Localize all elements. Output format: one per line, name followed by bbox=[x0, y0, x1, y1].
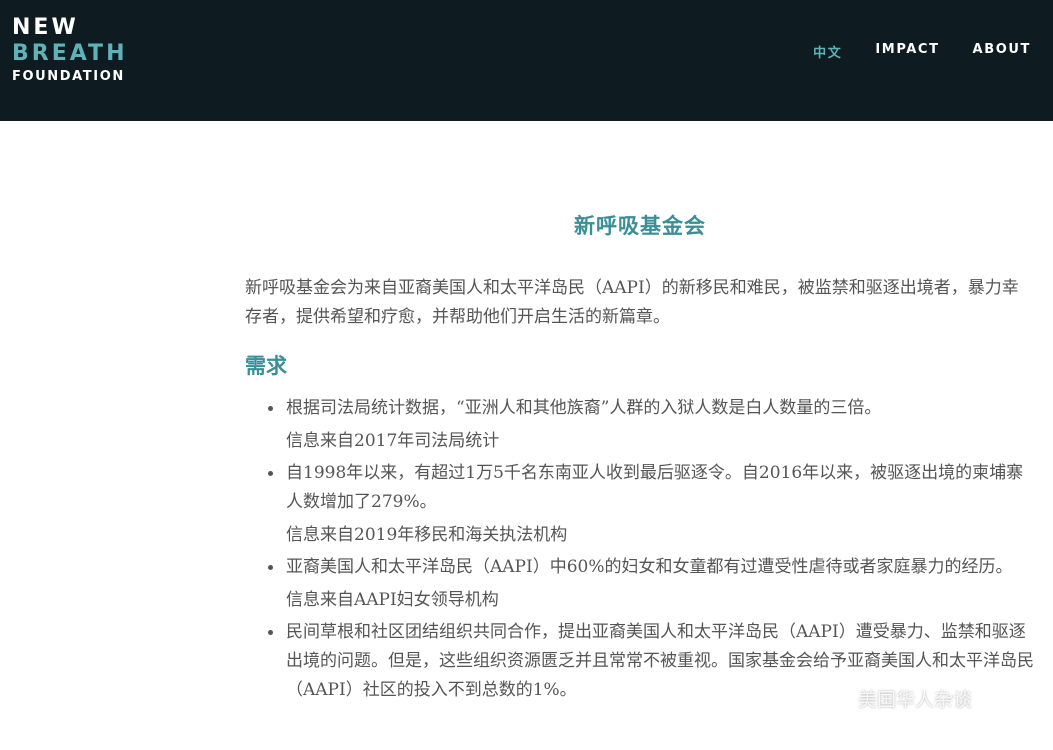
logo-line-new: NEW bbox=[12, 15, 79, 40]
needs-list: 根据司法局统计数据，“亚洲人和其他族裔”人群的入狱人数是白人数量的三倍。 信息来… bbox=[245, 394, 1035, 705]
bullet-icon bbox=[268, 630, 273, 635]
list-item: 亚裔美国人和太平洋岛民（AAPI）中60%的妇女和女童都有过遭受性虐待或者家庭暴… bbox=[268, 553, 1035, 610]
list-item-source: 信息来自2017年司法局统计 bbox=[286, 431, 500, 451]
nav-item-chinese[interactable]: 中文 bbox=[813, 42, 842, 61]
logo-line-foundation: FOUNDATION bbox=[12, 69, 125, 84]
main-content: 新呼吸基金会 新呼吸基金会为来自亚裔美国人和太平洋岛民（AAPI）的新移民和难民… bbox=[245, 210, 1035, 705]
list-item-text: 自1998年以来，有超过1万5千名东南亚人收到最后驱逐令。自2016年以来，被驱… bbox=[286, 463, 1024, 512]
watermark-text: 美国华人杂谈 bbox=[858, 689, 973, 711]
bullet-icon bbox=[268, 565, 273, 570]
bullet-icon bbox=[268, 406, 273, 411]
list-item-source: 信息来自2019年移民和海关执法机构 bbox=[286, 525, 568, 545]
list-item: 根据司法局统计数据，“亚洲人和其他族裔”人群的入狱人数是白人数量的三倍。 信息来… bbox=[268, 394, 1035, 451]
list-item: 自1998年以来，有超过1万5千名东南亚人收到最后驱逐令。自2016年以来，被驱… bbox=[268, 459, 1035, 545]
top-navigation-bar: NEW BREATH FOUNDATION 中文 IMPACT ABOUT bbox=[0, 0, 1053, 121]
logo-line-breath: BREATH bbox=[12, 41, 128, 66]
nav-item-impact[interactable]: IMPACT bbox=[875, 42, 939, 61]
section-heading-needs: 需求 bbox=[245, 353, 287, 378]
list-item-text: 亚裔美国人和太平洋岛民（AAPI）中60%的妇女和女童都有过遭受性虐待或者家庭暴… bbox=[286, 557, 1013, 577]
wechat-icon bbox=[819, 687, 850, 710]
nav-item-about[interactable]: ABOUT bbox=[973, 42, 1031, 61]
list-item-source: 信息来自AAPI妇女领导机构 bbox=[286, 590, 499, 610]
page-title: 新呼吸基金会 bbox=[574, 213, 706, 238]
new-breath-foundation-logo[interactable]: NEW BREATH FOUNDATION bbox=[12, 15, 127, 86]
intro-paragraph: 新呼吸基金会为来自亚裔美国人和太平洋岛民（AAPI）的新移民和难民，被监禁和驱逐… bbox=[245, 278, 1019, 327]
list-item-text: 根据司法局统计数据，“亚洲人和其他族裔”人群的入狱人数是白人数量的三倍。 bbox=[286, 398, 882, 418]
main-nav: 中文 IMPACT ABOUT bbox=[813, 42, 1031, 61]
bullet-icon bbox=[268, 471, 273, 476]
wechat-watermark: 美国华人杂谈 bbox=[818, 685, 972, 712]
